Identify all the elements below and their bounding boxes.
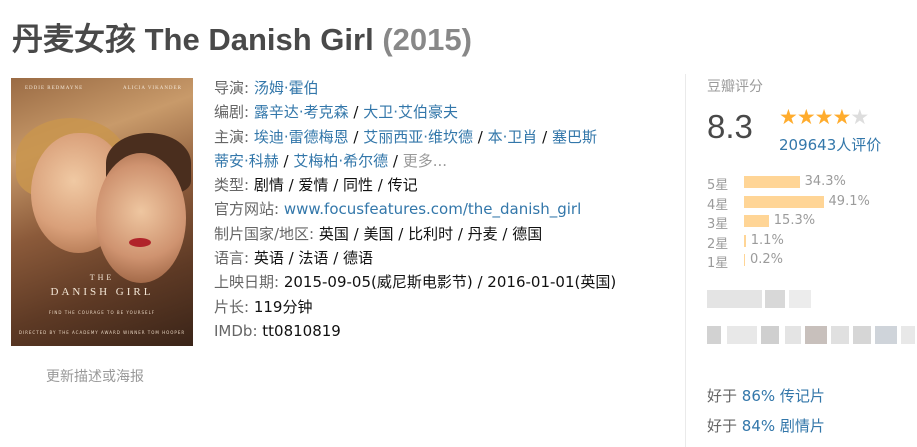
rating-row-label: 3星: [707, 217, 729, 232]
rating-row-label: 1星: [707, 256, 729, 271]
writer-label: 编剧:: [214, 103, 250, 122]
rating-bar: [744, 254, 745, 266]
runtime-row: 片长: 119分钟: [214, 295, 616, 319]
rating-percent: 0.2%: [750, 252, 784, 267]
website-label: 官方网站:: [214, 200, 280, 219]
rating-label: 豆瓣评分: [707, 79, 763, 95]
runtime-label: 片长:: [214, 297, 250, 316]
cast-link[interactable]: 埃迪·雷德梅恩: [254, 128, 349, 146]
language-value: 英语 / 法语 / 德语: [253, 249, 374, 268]
poster-tagline: FIND THE COURAGE TO BE YOURSELF: [48, 310, 156, 315]
movie-info: 导演: 汤姆·霍伯 编剧: 露辛达·考克森 / 大卫·艾伯豪夫 主演: 埃迪·雷…: [214, 76, 616, 343]
rating-row-label: 2星: [707, 236, 729, 252]
poster-credit-right: ALICIA VIKANDER: [123, 86, 182, 91]
writer-link[interactable]: 露辛达·考克森: [254, 103, 349, 121]
star-icon: ★: [850, 105, 869, 129]
imdb-label: IMDb:: [214, 321, 258, 340]
rating-bar: [744, 176, 800, 188]
language-row: 语言: 英语 / 法语 / 德语: [214, 246, 616, 270]
cast-more-link[interactable]: 更多...: [403, 152, 447, 170]
cast-label: 主演:: [214, 127, 250, 146]
genre-value: 剧情 / 爱情 / 同性 / 传记: [253, 176, 418, 195]
better-than-row: 好于 86% 传记片: [707, 387, 825, 405]
rating-row-label: 4星: [707, 197, 729, 213]
director-label: 导演:: [214, 79, 250, 97]
star-icon: ★: [779, 105, 798, 129]
update-description-link[interactable]: 更新描述或海报: [46, 366, 144, 386]
better-than-link[interactable]: 86% 传记片: [742, 387, 825, 405]
imdb-row: IMDb: tt0810819: [214, 319, 616, 343]
director-row: 导演: 汤姆·霍伯: [214, 76, 616, 100]
website-row: 官方网站: www.focusfeatures.com/the_danish_g…: [214, 197, 616, 221]
release-label: 上映日期:: [214, 273, 280, 292]
rating-percent: 1.1%: [750, 232, 784, 248]
genre-row: 类型: 剧情 / 爱情 / 同性 / 传记: [214, 173, 616, 197]
movie-year: (2015): [382, 22, 472, 57]
movie-poster[interactable]: EDDIE REDMAYNE ALICIA VIKANDER THE DANIS…: [11, 78, 193, 346]
release-row: 上映日期: 2015-09-05(威尼斯电影节) / 2016-01-01(英国…: [214, 270, 616, 294]
page-title: 丹麦女孩 The Danish Girl (2015): [12, 14, 472, 59]
writer-link[interactable]: 大卫·艾伯豪夫: [363, 103, 458, 121]
website-link[interactable]: www.focusfeatures.com/the_danish_girl: [284, 200, 581, 218]
language-label: 语言:: [214, 249, 250, 268]
cast-link[interactable]: 艾梅柏·希尔德: [293, 152, 388, 170]
poster-title: THE DANISH GIRL: [50, 273, 154, 298]
rating-percent: 34.3%: [804, 174, 846, 189]
cast-link[interactable]: 塞巴斯: [552, 128, 597, 146]
cast-row-continued: 蒂安·科赫 / 艾梅柏·希尔德 / 更多...: [214, 151, 448, 170]
better-than-link[interactable]: 84% 剧情片: [742, 417, 825, 435]
rating-score: 8.3: [707, 108, 753, 145]
director-link[interactable]: 汤姆·霍伯: [254, 79, 319, 97]
release-value: 2015-09-05(威尼斯电影节) / 2016-01-01(英国): [283, 273, 617, 292]
cast-row: 主演: 埃迪·雷德梅恩 / 艾丽西亚·维坎德 / 本·卫肖 / 塞巴斯: [214, 127, 597, 146]
better-than-row: 好于 84% 剧情片: [707, 417, 825, 435]
rating-bar: [744, 195, 824, 208]
imdb-value: tt0810819: [262, 321, 341, 340]
star-icon: ★: [796, 105, 816, 129]
cast-link[interactable]: 蒂安·科赫: [214, 152, 279, 170]
rating-row-label: 5星: [707, 178, 729, 193]
votes-link[interactable]: 209643人评价: [779, 134, 881, 155]
writer-row: 编剧: 露辛达·考克森 / 大卫·艾伯豪夫: [214, 103, 458, 122]
runtime-value: 119分钟: [253, 297, 313, 316]
genre-label: 类型:: [214, 176, 250, 195]
star-icon: ★: [814, 105, 834, 129]
rating-percent: 49.1%: [828, 193, 870, 209]
movie-title: 丹麦女孩 The Danish Girl: [12, 22, 374, 57]
country-value: 英国 / 美国 / 比利时 / 丹麦 / 德国: [318, 224, 543, 243]
rating-percent: 15.3%: [773, 213, 816, 228]
poster-credit-left: EDDIE REDMAYNE: [25, 86, 84, 91]
rating-bar: [744, 234, 746, 247]
rating-stars: ★★★★★: [779, 105, 869, 129]
country-label: 制片国家/地区:: [214, 224, 315, 243]
country-row: 制片国家/地区: 英国 / 美国 / 比利时 / 丹麦 / 德国: [214, 222, 616, 246]
star-icon: ★: [832, 105, 851, 129]
cast-link[interactable]: 本·卫肖: [488, 128, 538, 146]
cast-link[interactable]: 艾丽西亚·维坎德: [363, 128, 473, 146]
rating-bar: [744, 215, 769, 227]
poster-director-line: DIRECTED BY THE ACADEMY AWARD WINNER TOM…: [18, 330, 186, 335]
